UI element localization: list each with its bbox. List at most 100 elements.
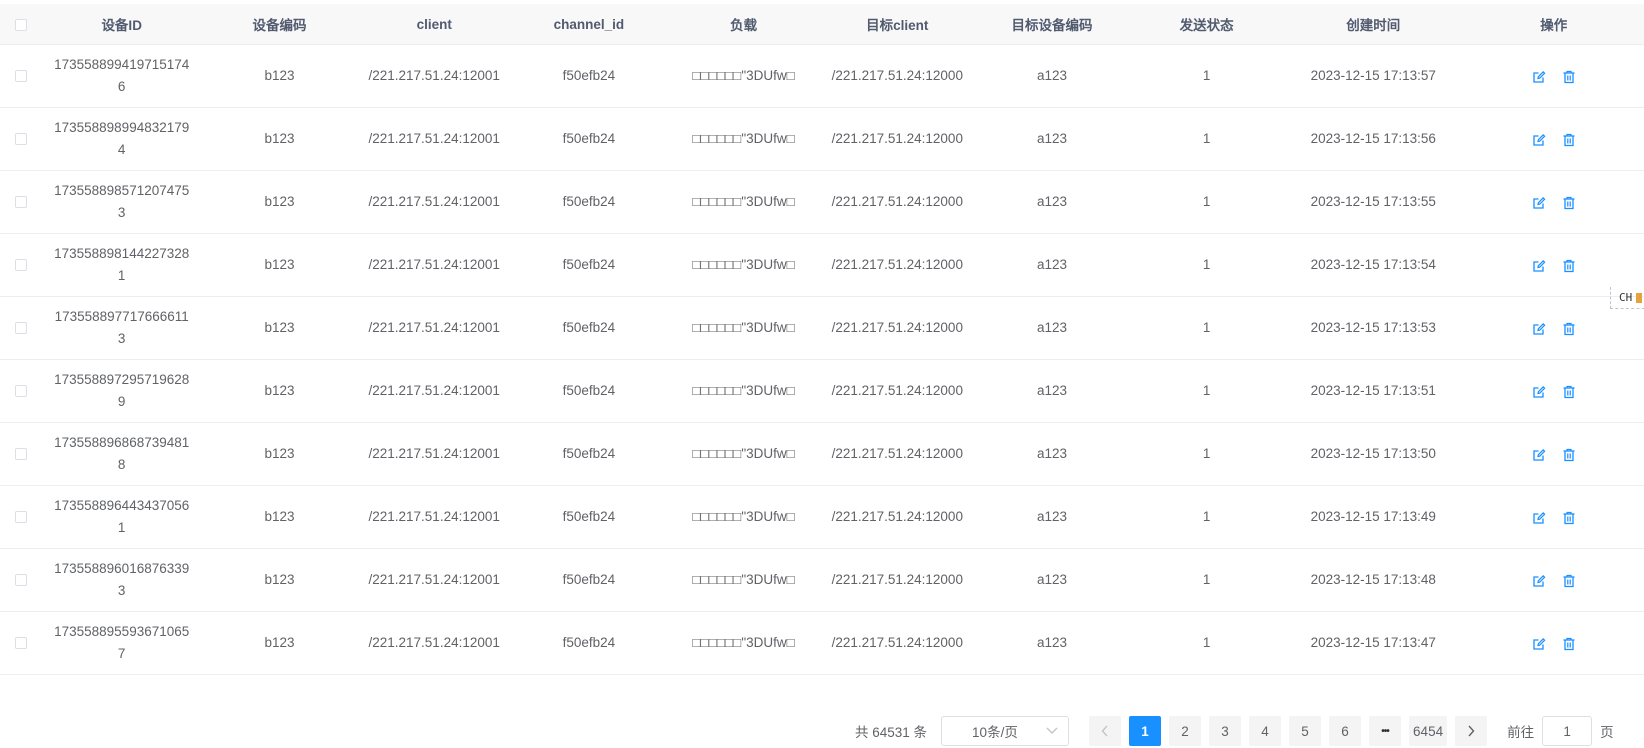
cell-actions	[1463, 359, 1644, 423]
delete-icon[interactable]	[1562, 321, 1576, 336]
chevron-left-icon	[1101, 725, 1108, 737]
table-row[interactable]: 1735588968687394818 b123/221.217.51.24:12…	[0, 422, 1644, 486]
cell-device-id: 1735588964434370561	[41, 485, 203, 549]
header-payload[interactable]: 负载	[666, 4, 821, 45]
edit-icon[interactable]	[1532, 321, 1546, 336]
header-target-device-code[interactable]: 目标设备编码	[973, 4, 1131, 45]
page-ellipsis-button[interactable]: •••	[1369, 716, 1402, 746]
cell-channel-id-text: f50efb24	[562, 572, 616, 587]
edit-icon[interactable]	[1532, 510, 1546, 525]
edit-icon[interactable]	[1532, 195, 1546, 210]
edit-icon[interactable]	[1532, 573, 1546, 588]
page-button-last[interactable]: 6454	[1409, 716, 1448, 746]
header-client[interactable]: client	[356, 4, 512, 45]
cell-channel-id: f50efb24	[511, 296, 667, 360]
cell-device-code: b123	[202, 107, 357, 171]
page-button-2[interactable]: 2	[1169, 716, 1202, 746]
table-row[interactable]: 1735588989948321794 b123/221.217.51.24:12…	[0, 107, 1644, 171]
prev-page-button[interactable]	[1089, 716, 1122, 746]
cell-send-status: 1	[1130, 107, 1283, 171]
cell-target-device-code-text: a123	[1036, 383, 1067, 398]
next-page-button[interactable]	[1455, 716, 1488, 746]
cell-target-client-text: /221.217.51.24:12000	[831, 446, 963, 461]
row-checkbox[interactable]	[14, 574, 27, 587]
delete-icon[interactable]	[1562, 636, 1576, 651]
cell-created-at-text: 2023-12-15 17:13:54	[1310, 257, 1436, 272]
cell-actions	[1463, 548, 1644, 612]
header-channel-id[interactable]: channel_id	[511, 4, 667, 45]
cell-send-status-text: 1	[1202, 446, 1211, 461]
row-checkbox[interactable]	[14, 322, 27, 335]
page-button-6[interactable]: 6	[1329, 716, 1362, 746]
cell-target-device-code: a123	[973, 548, 1131, 612]
cell-target-device-code-text: a123	[1036, 68, 1067, 83]
row-checkbox[interactable]	[14, 637, 27, 650]
cell-created-at: 2023-12-15 17:13:57	[1283, 44, 1464, 108]
cell-device-id: 1735588968687394818	[41, 422, 203, 486]
cell-payload-text: □□□□□□"3DUfw□	[692, 635, 795, 650]
table-row[interactable]: 1735588960168763393 b123/221.217.51.24:12…	[0, 548, 1644, 612]
cell-client-text: /221.217.51.24:12001	[368, 509, 500, 524]
cell-target-device-code-text: a123	[1036, 320, 1067, 335]
delete-icon[interactable]	[1562, 447, 1576, 462]
header-send-status[interactable]: 发送状态	[1130, 4, 1283, 45]
header-device-code[interactable]: 设备编码	[202, 4, 357, 45]
ime-indicator: CH	[1610, 287, 1644, 309]
edit-icon[interactable]	[1532, 258, 1546, 273]
delete-icon[interactable]	[1562, 132, 1576, 147]
row-checkbox[interactable]	[14, 133, 27, 146]
header-device-id[interactable]: 设备ID	[41, 4, 203, 45]
delete-icon[interactable]	[1562, 258, 1576, 273]
edit-icon[interactable]	[1532, 636, 1546, 651]
row-checkbox[interactable]	[14, 448, 27, 461]
edit-icon[interactable]	[1532, 132, 1546, 147]
edit-icon[interactable]	[1532, 447, 1546, 462]
delete-icon[interactable]	[1562, 195, 1576, 210]
cell-send-status: 1	[1130, 233, 1283, 297]
table-row[interactable]: 1735588981442273281 b123/221.217.51.24:12…	[0, 233, 1644, 297]
delete-icon[interactable]	[1562, 69, 1576, 84]
page-button-3[interactable]: 3	[1209, 716, 1242, 746]
header-target-client[interactable]: 目标client	[820, 4, 974, 45]
table-row[interactable]: 1735588964434370561 b123/221.217.51.24:12…	[0, 485, 1644, 549]
header-created-at[interactable]: 创建时间	[1283, 4, 1464, 45]
cell-client: /221.217.51.24:12001	[356, 485, 512, 549]
cell-device-id-text: 1735588985712074753	[54, 183, 190, 220]
cell-created-at-text: 2023-12-15 17:13:55	[1310, 194, 1436, 209]
cell-device-code: b123	[202, 611, 357, 675]
table-row[interactable]: 1735588985712074753 b123/221.217.51.24:12…	[0, 170, 1644, 234]
select-all-checkbox[interactable]	[14, 18, 27, 31]
cell-payload: □□□□□□"3DUfw□	[666, 44, 821, 108]
page-size-select[interactable]: 10条/页	[941, 716, 1070, 746]
ime-mark-icon	[1636, 293, 1643, 303]
edit-icon[interactable]	[1532, 384, 1546, 399]
cell-target-client-text: /221.217.51.24:12000	[831, 383, 963, 398]
cell-actions	[1463, 107, 1644, 171]
delete-icon[interactable]	[1562, 573, 1576, 588]
row-select-cell	[0, 611, 42, 675]
cell-device-id: 1735588960168763393	[41, 548, 203, 612]
cell-send-status-text: 1	[1202, 131, 1211, 146]
page-button-4[interactable]: 4	[1249, 716, 1282, 746]
row-checkbox[interactable]	[14, 385, 27, 398]
edit-icon[interactable]	[1532, 69, 1546, 84]
cell-target-device-code: a123	[973, 233, 1131, 297]
table-row[interactable]: 1735588972957196289 b123/221.217.51.24:12…	[0, 359, 1644, 423]
cell-channel-id: f50efb24	[511, 44, 667, 108]
row-checkbox[interactable]	[14, 70, 27, 83]
table-row[interactable]: 1735588994197151746 b123/221.217.51.24:12…	[0, 44, 1644, 108]
cell-send-status: 1	[1130, 170, 1283, 234]
table-row[interactable]: 1735588977176666113 b123/221.217.51.24:12…	[0, 296, 1644, 360]
row-checkbox[interactable]	[14, 259, 27, 272]
delete-icon[interactable]	[1562, 384, 1576, 399]
goto-page-input[interactable]	[1542, 716, 1593, 746]
page-button-1[interactable]: 1	[1129, 716, 1162, 746]
cell-created-at: 2023-12-15 17:13:47	[1283, 611, 1464, 675]
page-button-5[interactable]: 5	[1289, 716, 1322, 746]
row-checkbox[interactable]	[14, 511, 27, 524]
table-row[interactable]: 1735588955936710657 b123/221.217.51.24:12…	[0, 611, 1644, 675]
delete-icon[interactable]	[1562, 510, 1576, 525]
row-checkbox[interactable]	[14, 196, 27, 209]
row-select-cell	[0, 422, 42, 486]
cell-target-client: /221.217.51.24:12000	[820, 170, 974, 234]
